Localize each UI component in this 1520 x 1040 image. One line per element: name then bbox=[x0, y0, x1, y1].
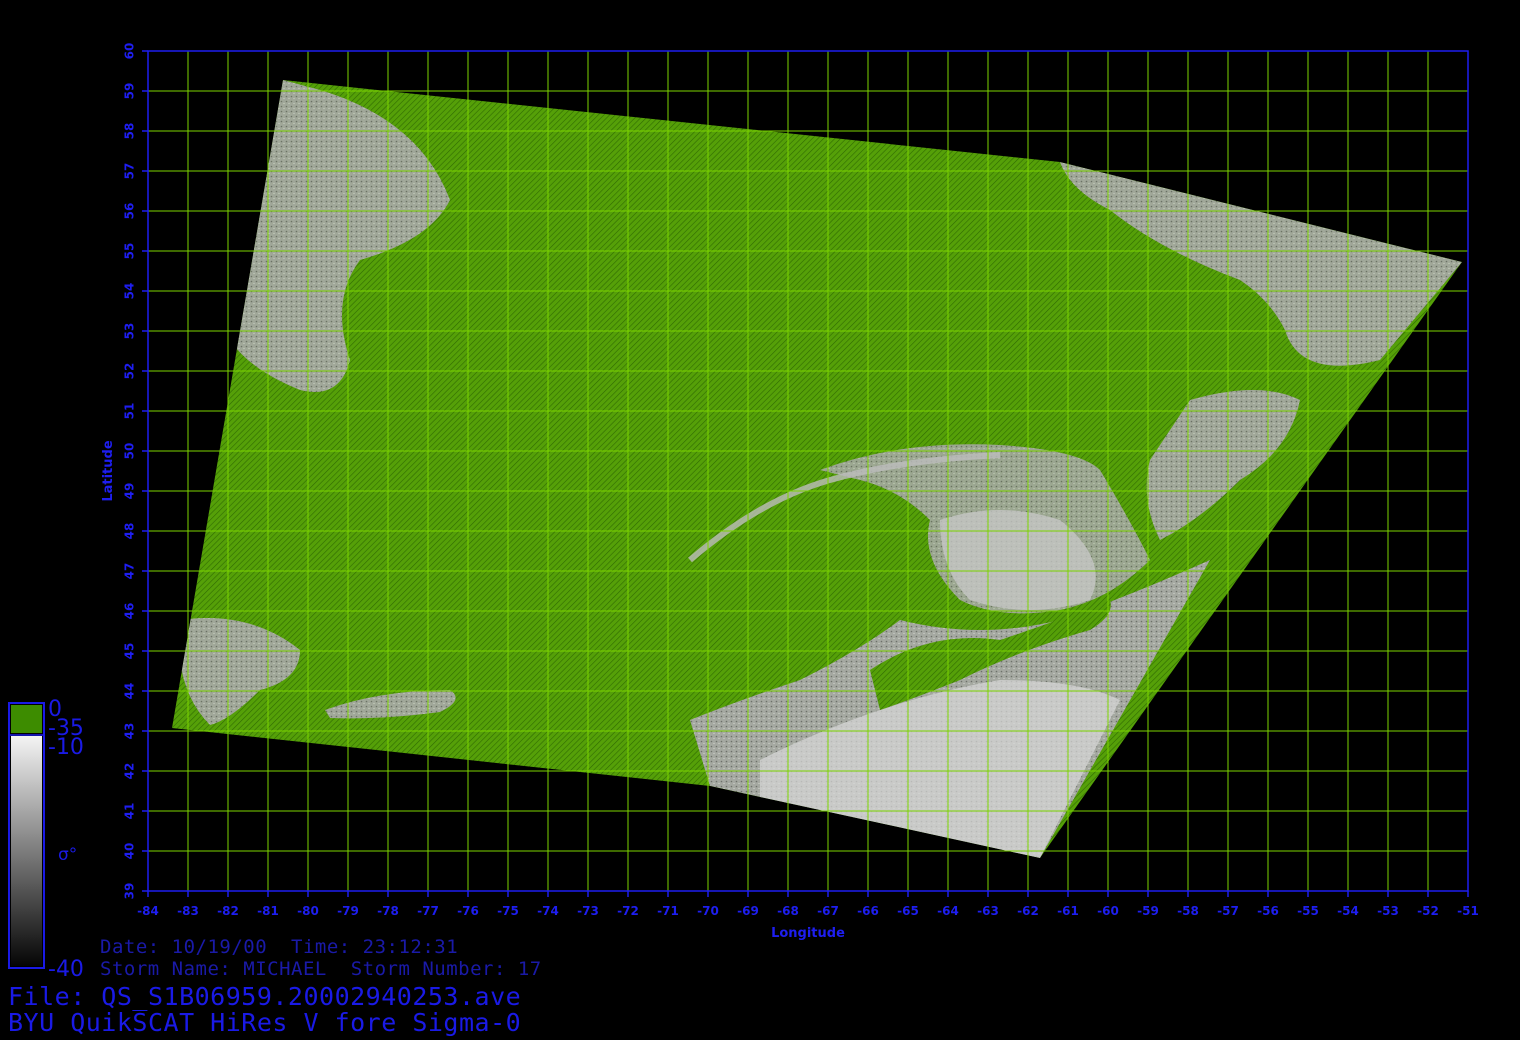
lon-tick-label: -75 bbox=[497, 904, 519, 918]
lon-tick-label: -72 bbox=[617, 904, 639, 918]
lon-tick-label: -64 bbox=[937, 904, 959, 918]
lon-tick-label: -63 bbox=[977, 904, 999, 918]
lat-tick-label: 45 bbox=[123, 643, 137, 660]
colorbar-label-minus10: -10 bbox=[48, 735, 84, 760]
lat-tick-label: 56 bbox=[123, 203, 137, 220]
lon-tick-label: -54 bbox=[1337, 904, 1359, 918]
lon-tick-label: -53 bbox=[1377, 904, 1399, 918]
longitude-ticks: -84 -83 -82 -81 -80 -79 -78 -77 -76 -75 -74 -73 -72 -… bbox=[137, 891, 1479, 918]
lat-tick-label: 54 bbox=[123, 283, 137, 300]
lon-tick-label: -68 bbox=[777, 904, 799, 918]
lat-tick-label: 57 bbox=[123, 163, 137, 180]
lat-tick-label: 42 bbox=[123, 763, 137, 780]
lon-tick-label: -62 bbox=[1017, 904, 1039, 918]
lat-tick-label: 47 bbox=[123, 563, 137, 580]
file-line: File: QS_S1B06959.20002940253.ave bbox=[8, 982, 522, 1011]
lon-tick-label: -59 bbox=[1137, 904, 1159, 918]
colorbar: 0 -35 -10 σ° -40 bbox=[8, 697, 84, 982]
lon-tick-label: -56 bbox=[1257, 904, 1279, 918]
lat-tick-label: 48 bbox=[123, 523, 137, 540]
latitude-ticks: 39 40 41 42 43 44 45 46 47 48 49 50 51 52 53 54 55 56 57 58… bbox=[123, 43, 148, 900]
lon-tick-label: -57 bbox=[1217, 904, 1239, 918]
lon-tick-label: -70 bbox=[697, 904, 719, 918]
lon-tick-label: -84 bbox=[137, 904, 159, 918]
lon-tick-label: -81 bbox=[257, 904, 279, 918]
lon-tick-label: -77 bbox=[417, 904, 439, 918]
lon-tick-label: -73 bbox=[577, 904, 599, 918]
lon-tick-label: -80 bbox=[297, 904, 319, 918]
storm-line: Storm Name: MICHAEL Storm Number: 17 bbox=[100, 958, 542, 980]
product-line: BYU QuikSCAT HiRes V fore Sigma-0 bbox=[8, 1008, 522, 1037]
x-axis-label: Longitude bbox=[771, 926, 845, 941]
lon-tick-label: -51 bbox=[1457, 904, 1479, 918]
lon-tick-label: -58 bbox=[1177, 904, 1199, 918]
lat-tick-label: 46 bbox=[123, 603, 137, 620]
lon-tick-label: -52 bbox=[1417, 904, 1439, 918]
sigma0-map: -84 -83 -82 -81 -80 -79 -78 -77 -76 -75 -74 -73 -72 -… bbox=[8, 43, 1479, 982]
colorbar-grey bbox=[11, 736, 42, 966]
lat-tick-label: 39 bbox=[123, 883, 137, 900]
lon-tick-label: -74 bbox=[537, 904, 559, 918]
lat-tick-label: 50 bbox=[123, 443, 137, 460]
lat-tick-label: 40 bbox=[123, 843, 137, 860]
y-axis-label: Latitude bbox=[101, 440, 116, 502]
lon-tick-label: -69 bbox=[737, 904, 759, 918]
lat-tick-label: 44 bbox=[123, 683, 137, 700]
lon-tick-label: -66 bbox=[857, 904, 879, 918]
colorbar-label-minus40: -40 bbox=[48, 957, 84, 982]
lon-tick-label: -61 bbox=[1057, 904, 1079, 918]
lat-tick-label: 60 bbox=[123, 43, 137, 60]
lon-tick-label: -71 bbox=[657, 904, 679, 918]
lat-tick-label: 41 bbox=[123, 803, 137, 820]
lat-tick-label: 53 bbox=[123, 323, 137, 340]
lat-tick-label: 59 bbox=[123, 83, 137, 100]
lon-tick-label: -60 bbox=[1097, 904, 1119, 918]
lat-tick-label: 55 bbox=[123, 243, 137, 260]
lon-tick-label: -82 bbox=[217, 904, 239, 918]
lon-tick-label: -67 bbox=[817, 904, 839, 918]
lat-tick-label: 52 bbox=[123, 363, 137, 380]
lat-tick-label: 58 bbox=[123, 123, 137, 140]
colorbar-green bbox=[11, 705, 42, 733]
lon-tick-label: -65 bbox=[897, 904, 919, 918]
lat-tick-label: 49 bbox=[123, 483, 137, 500]
lon-tick-label: -55 bbox=[1297, 904, 1319, 918]
colorbar-symbol: σ° bbox=[58, 845, 77, 865]
lat-tick-label: 43 bbox=[123, 723, 137, 740]
lon-tick-label: -76 bbox=[457, 904, 479, 918]
lon-tick-label: -79 bbox=[337, 904, 359, 918]
date-time-line: Date: 10/19/00 Time: 23:12:31 bbox=[100, 936, 459, 958]
lon-tick-label: -83 bbox=[177, 904, 199, 918]
lat-tick-label: 51 bbox=[123, 403, 137, 420]
lon-tick-label: -78 bbox=[377, 904, 399, 918]
